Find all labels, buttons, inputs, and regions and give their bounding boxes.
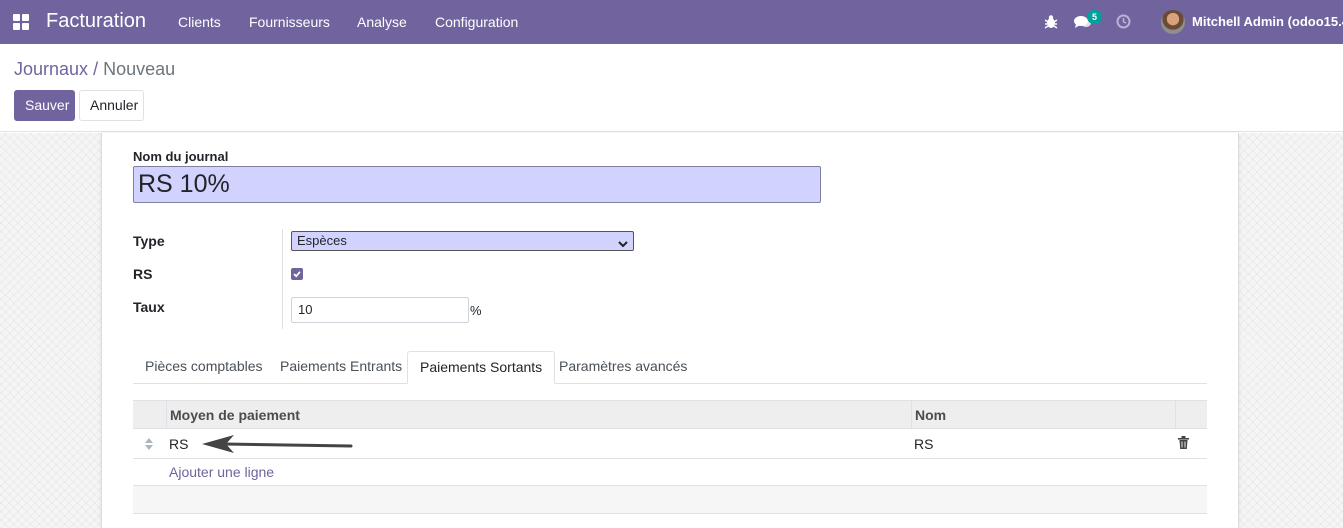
chevron-down-icon (618, 235, 628, 253)
empty-table-row (133, 486, 1207, 513)
column-separator (911, 401, 912, 429)
breadcrumb-journaux[interactable]: Journaux (14, 59, 88, 79)
add-line-link[interactable]: Ajouter une ligne (169, 464, 274, 480)
rs-label: RS (133, 266, 153, 282)
cell-name[interactable]: RS (914, 436, 933, 452)
column-header-nom[interactable]: Nom (915, 407, 946, 423)
breadcrumb-current: Nouveau (103, 59, 176, 79)
tab-parametres-avances[interactable]: Paramètres avancés (547, 351, 699, 384)
drag-handle-icon[interactable] (145, 437, 153, 453)
type-select[interactable]: Espèces (291, 231, 634, 251)
clock-icon[interactable] (1116, 14, 1131, 32)
rs-checkbox[interactable] (291, 268, 303, 280)
cell-payment-method[interactable]: RS (169, 436, 188, 452)
breadcrumb: Journaux / Nouveau (14, 59, 175, 80)
label-separator (282, 229, 283, 329)
menu-analyse[interactable]: Analyse (357, 14, 407, 30)
type-label: Type (133, 233, 165, 249)
type-select-value: Espèces (297, 233, 347, 248)
bug-icon[interactable] (1044, 14, 1058, 32)
rate-unit: % (470, 303, 482, 318)
column-header-moyen-de-paiement[interactable]: Moyen de paiement (170, 407, 300, 423)
app-title[interactable]: Facturation (46, 10, 146, 33)
table-header: Moyen de paiement Nom (133, 400, 1207, 429)
tab-paiements-entrants[interactable]: Paiements Entrants (268, 351, 414, 384)
user-menu[interactable]: Mitchell Admin (odoo15.4) (1192, 14, 1343, 29)
rate-input[interactable]: 10 (291, 297, 469, 323)
column-separator (1175, 401, 1176, 429)
breadcrumb-separator: / (93, 59, 99, 79)
journal-name-label: Nom du journal (133, 149, 229, 164)
annotation-arrow-icon (202, 435, 353, 453)
avatar[interactable] (1161, 10, 1185, 34)
row-divider (133, 513, 1207, 514)
trash-icon[interactable] (1178, 436, 1189, 452)
tab-pieces-comptables[interactable]: Pièces comptables (133, 351, 275, 384)
journal-name-input[interactable]: RS 10% (133, 166, 821, 203)
top-navbar: Facturation Clients Fournisseurs Analyse… (0, 0, 1343, 44)
control-panel: Journaux / Nouveau Sauver Annuler (0, 44, 1343, 132)
column-separator (166, 401, 167, 429)
menu-configuration[interactable]: Configuration (435, 14, 518, 30)
save-button[interactable]: Sauver (14, 90, 75, 121)
menu-fournisseurs[interactable]: Fournisseurs (249, 14, 330, 30)
apps-grid-icon[interactable] (13, 14, 30, 30)
messages-count-badge: 5 (1087, 10, 1102, 24)
rate-label: Taux (133, 299, 165, 315)
menu-clients[interactable]: Clients (178, 14, 221, 30)
tab-paiements-sortants[interactable]: Paiements Sortants (407, 351, 556, 384)
cancel-button[interactable]: Annuler (79, 90, 144, 121)
